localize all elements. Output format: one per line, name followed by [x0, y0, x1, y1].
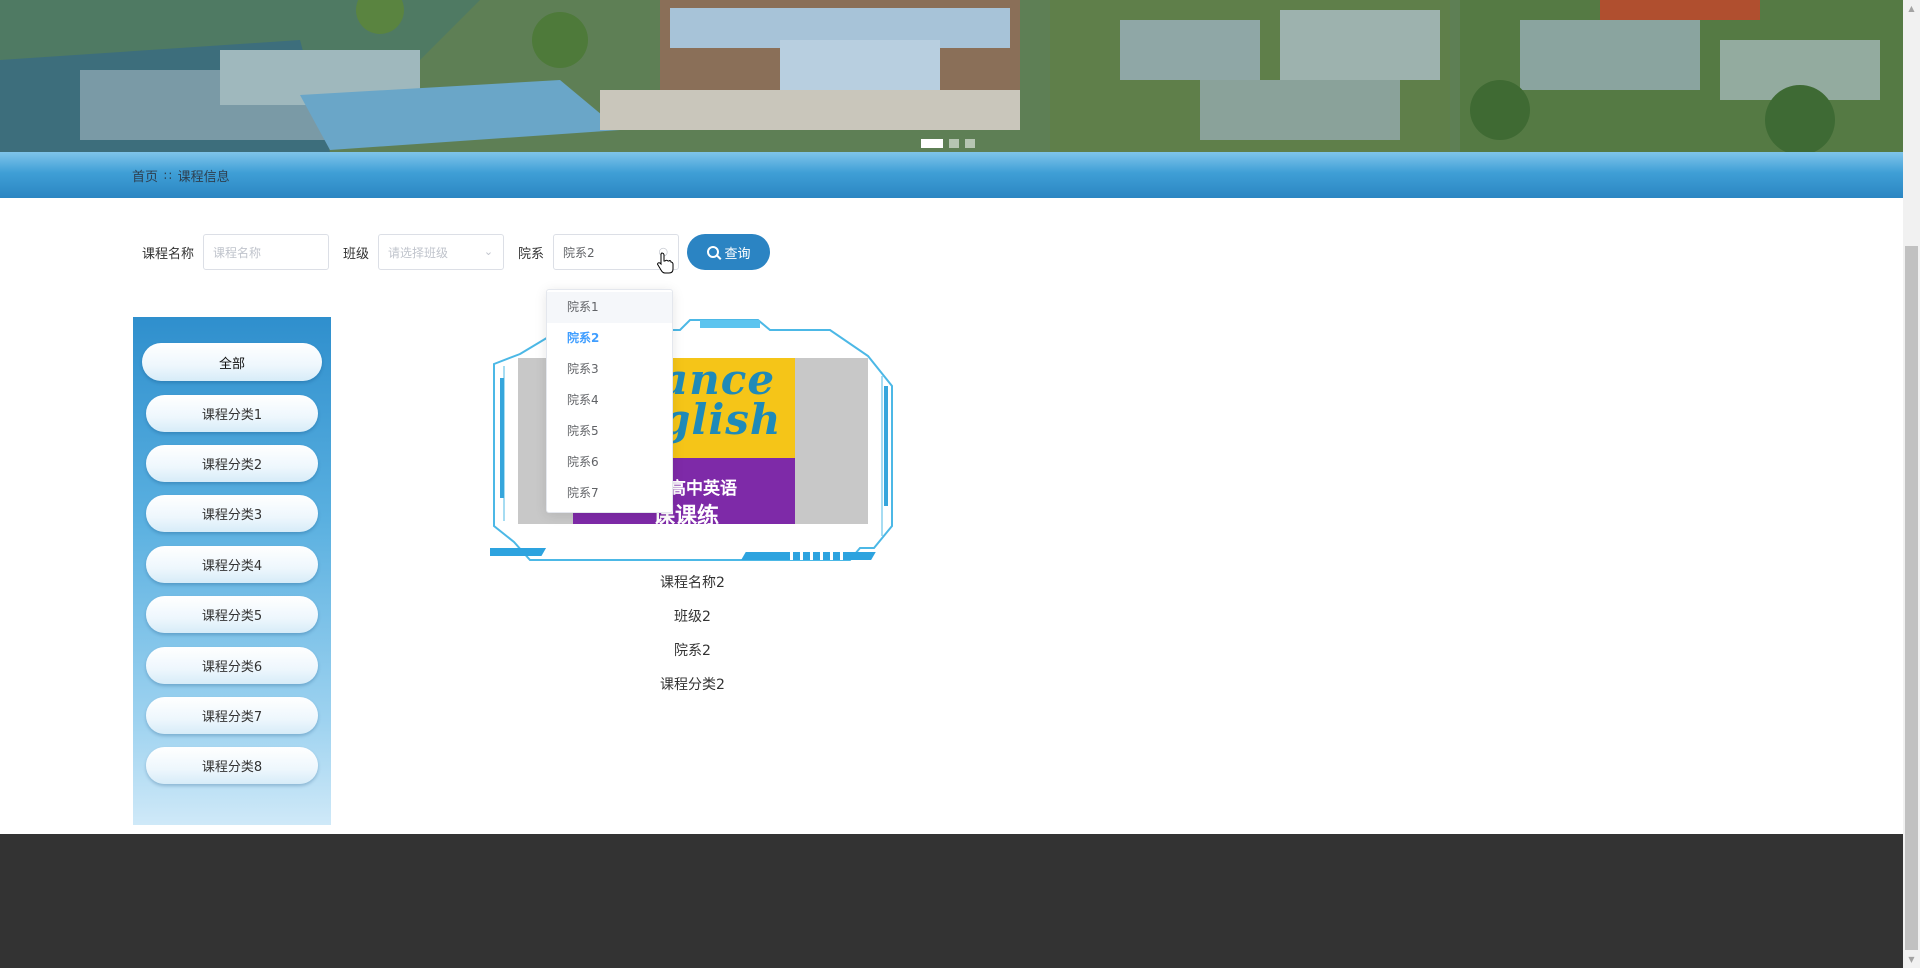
- dept-select-value: 院系2: [563, 245, 595, 260]
- category-item[interactable]: 课程分类4: [146, 546, 318, 583]
- search-button[interactable]: 查询: [687, 234, 771, 270]
- breadcrumb-home[interactable]: 首页: [132, 166, 158, 185]
- carousel-dot-3[interactable]: [965, 139, 975, 148]
- page-footer: [0, 834, 1903, 968]
- course-dept: 院系2: [674, 643, 711, 659]
- campus-aerial-photo: [0, 0, 1903, 152]
- scroll-up-arrow-icon[interactable]: ▲: [1903, 0, 1920, 17]
- carousel-dot-2[interactable]: [949, 139, 959, 148]
- class-select-placeholder: 请选择班级: [388, 245, 449, 260]
- breadcrumb-bar: 首页 ∷ 课程信息: [0, 152, 1903, 198]
- category-item[interactable]: 课程分类7: [146, 697, 318, 734]
- breadcrumb-current: 课程信息: [177, 170, 230, 185]
- scrollbar-thumb[interactable]: [1905, 246, 1918, 950]
- vertical-scrollbar[interactable]: ▲ ▼: [1903, 0, 1920, 968]
- course-info: 课程名称2 班级2 院系2 课程分类2: [530, 572, 855, 708]
- search-button-label: 查询: [724, 246, 751, 262]
- cover-title-cn: 高中英语: [669, 479, 737, 499]
- course-category: 课程分类2: [660, 677, 725, 693]
- category-all[interactable]: 全部: [142, 343, 322, 381]
- category-item[interactable]: 课程分类5: [146, 596, 318, 633]
- class-label: 班级: [343, 246, 370, 262]
- chevron-down-icon: ⌄: [483, 245, 494, 258]
- category-item[interactable]: 课程分类8: [146, 747, 318, 784]
- dept-option[interactable]: 院系5: [547, 416, 672, 447]
- course-name[interactable]: 课程名称2: [530, 572, 855, 606]
- category-item[interactable]: 课程分类3: [146, 495, 318, 532]
- category-item[interactable]: 课程分类1: [146, 395, 318, 432]
- cover-title-en: ance glish: [661, 358, 782, 444]
- search-form: 课程名称 课程名称 班级 请选择班级 ⌄ 院系 院系2 ○ 查询: [142, 234, 771, 270]
- breadcrumb-separator: ∷: [164, 168, 172, 183]
- dept-option-selected[interactable]: 院系2: [547, 323, 672, 354]
- dept-option[interactable]: 院系4: [547, 385, 672, 416]
- category-item[interactable]: 课程分类6: [146, 647, 318, 684]
- hand-pointer-cursor-icon: [657, 252, 674, 274]
- breadcrumb: 首页 ∷ 课程信息: [132, 166, 230, 186]
- hero-banner: [0, 0, 1903, 152]
- class-select[interactable]: 请选择班级 ⌄: [378, 234, 505, 270]
- dept-option[interactable]: 院系6: [547, 447, 672, 478]
- dept-option[interactable]: 院系3: [547, 354, 672, 385]
- course-class: 班级2: [674, 609, 711, 625]
- category-item[interactable]: 课程分类2: [146, 445, 318, 482]
- dept-dropdown: 院系1 院系2 院系3 院系4 院系5 院系6 院系7: [546, 289, 673, 513]
- dept-label: 院系: [518, 246, 545, 262]
- carousel-dot-1[interactable]: [921, 139, 943, 148]
- carousel-indicators: [921, 139, 975, 148]
- course-name-label: 课程名称: [142, 246, 195, 262]
- dept-option[interactable]: 院系7: [547, 478, 672, 509]
- scroll-down-arrow-icon[interactable]: ▼: [1903, 951, 1920, 968]
- course-name-input[interactable]: 课程名称: [203, 234, 330, 270]
- category-sidebar: 全部 课程分类1 课程分类2 课程分类3 课程分类4 课程分类5 课程分类6 课…: [133, 317, 331, 825]
- search-icon: [706, 246, 719, 258]
- dept-option[interactable]: 院系1: [547, 292, 672, 323]
